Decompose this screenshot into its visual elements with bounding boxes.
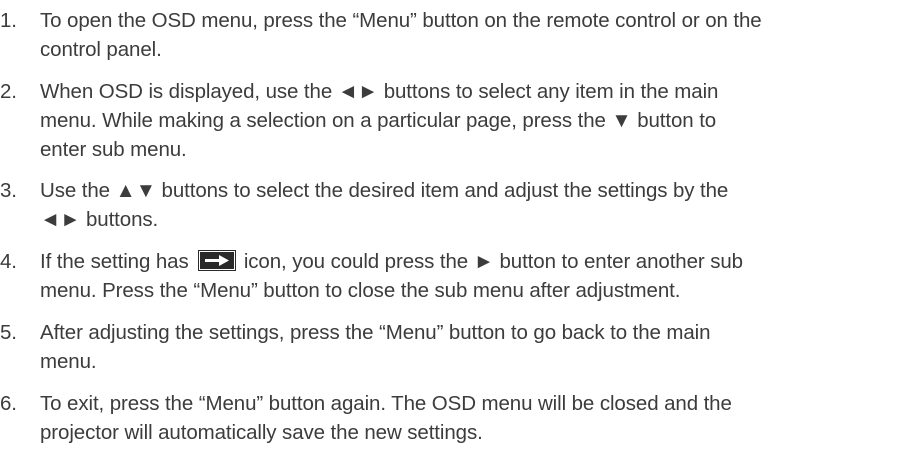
step-number: 6. xyxy=(0,392,17,415)
step-number: 5. xyxy=(0,321,17,344)
enter-submenu-icon xyxy=(198,250,237,271)
step-number: 1. xyxy=(0,9,17,32)
step-1: 1. To open the OSD menu, press the “Menu… xyxy=(0,6,905,64)
step-text: To exit, press the “Menu” button again. … xyxy=(40,389,905,447)
step-text: Use the ▲▼ buttons to select the desired… xyxy=(40,176,905,234)
step-number: 3. xyxy=(0,179,17,202)
step-text: If the setting has icon, you could press… xyxy=(40,247,905,305)
step-line: To open the OSD menu, press the “Menu” b… xyxy=(40,9,762,32)
step-line: After adjusting the settings, press the … xyxy=(40,321,711,344)
step-2: 2. When OSD is displayed, use the ◄► but… xyxy=(0,77,905,164)
step-line: Use the ▲▼ buttons to select the desired… xyxy=(40,179,729,202)
step-6: 6. To exit, press the “Menu” button agai… xyxy=(0,389,905,447)
step-3: 3. Use the ▲▼ buttons to select the desi… xyxy=(0,176,905,234)
step-line: control panel. xyxy=(40,38,162,61)
step-4: 4. If the setting has icon, you could pr… xyxy=(0,247,905,305)
step-line: projector will automatically save the ne… xyxy=(40,421,483,444)
step-line: When OSD is displayed, use the ◄► button… xyxy=(40,80,719,103)
step-text-segment: icon, you could press the ► button to en… xyxy=(238,250,743,273)
step-line: menu. Press the “Menu” button to close t… xyxy=(40,279,681,302)
step-line: menu. xyxy=(40,350,97,373)
step-text: When OSD is displayed, use the ◄► button… xyxy=(40,77,905,164)
step-line: If the setting has icon, you could press… xyxy=(40,247,905,276)
step-text: After adjusting the settings, press the … xyxy=(40,318,905,376)
step-line: enter sub menu. xyxy=(40,138,187,161)
step-number: 4. xyxy=(0,250,17,273)
step-line: menu. While making a selection on a part… xyxy=(40,109,717,132)
step-number: 2. xyxy=(0,80,17,103)
step-text: To open the OSD menu, press the “Menu” b… xyxy=(40,6,905,64)
step-5: 5. After adjusting the settings, press t… xyxy=(0,318,905,376)
step-line: To exit, press the “Menu” button again. … xyxy=(40,392,732,415)
step-text-segment: If the setting has xyxy=(40,250,195,273)
step-line: ◄► buttons. xyxy=(40,208,159,231)
